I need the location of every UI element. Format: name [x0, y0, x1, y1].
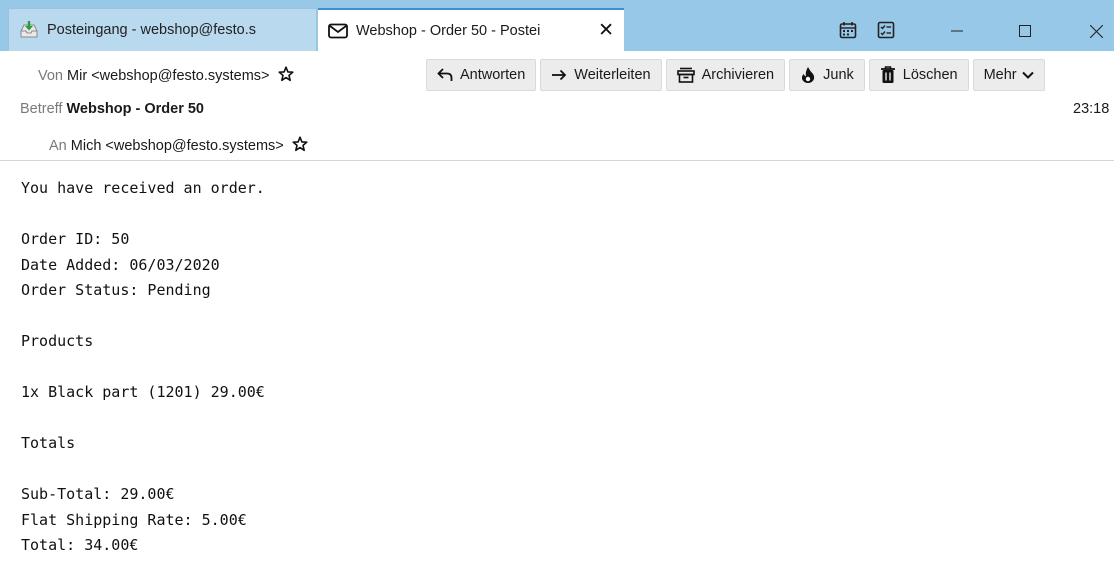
archive-icon: [676, 67, 695, 83]
message-toolbar: Antworten Weiterleiten Archivieren Junk …: [426, 59, 1045, 91]
star-icon[interactable]: [277, 66, 294, 86]
from-label: Von: [38, 68, 63, 84]
order-total: Total: 34.00€: [21, 536, 139, 554]
more-button[interactable]: Mehr: [972, 59, 1045, 91]
archive-button[interactable]: Archivieren: [665, 59, 786, 91]
inbox-download-icon: [19, 20, 39, 40]
title-bar: Posteingang - webshop@festo.s Webshop - …: [0, 0, 1114, 51]
envelope-icon: [328, 21, 348, 41]
message-body: You have received an order. Order ID: 50…: [21, 176, 265, 559]
tab-label: Posteingang - webshop@festo.s: [47, 22, 256, 38]
junk-label: Junk: [823, 67, 854, 83]
tab-message[interactable]: Webshop - Order 50 - Postei ✕: [318, 8, 624, 51]
forward-icon: [551, 69, 567, 81]
more-label: Mehr: [983, 67, 1017, 83]
tab-inbox[interactable]: Posteingang - webshop@festo.s: [8, 8, 317, 51]
products-heading: Products: [21, 332, 94, 350]
forward-label: Weiterleiten: [574, 67, 651, 83]
order-id: Order ID: 50: [21, 230, 130, 248]
subtotal: Sub-Total: 29.00€: [21, 485, 175, 503]
totals-heading: Totals: [21, 434, 76, 452]
delete-label: Löschen: [902, 67, 958, 83]
tab-close-icon[interactable]: ✕: [598, 21, 614, 41]
subject-row: Betreff Webshop - Order 50: [20, 101, 204, 117]
to-label: An: [49, 138, 67, 154]
to-value[interactable]: Mich <webshop@festo.systems>: [71, 138, 284, 154]
from-value[interactable]: Mir <webshop@festo.systems>: [67, 68, 270, 84]
chevron-down-icon: [1021, 71, 1034, 79]
maximize-icon[interactable]: [1005, 16, 1045, 46]
close-window-icon[interactable]: [1076, 16, 1114, 46]
message-time: 23:18: [1073, 101, 1110, 117]
subject-value: Webshop - Order 50: [66, 101, 204, 117]
to-row: An Mich <webshop@festo.systems>: [49, 136, 308, 156]
order-status: Order Status: Pending: [21, 281, 211, 299]
archive-label: Archivieren: [701, 67, 775, 83]
forward-button[interactable]: Weiterleiten: [540, 59, 662, 91]
reply-icon: [437, 68, 453, 82]
subject-label: Betreff: [20, 101, 63, 117]
minimize-icon[interactable]: [937, 16, 977, 46]
tasks-icon[interactable]: [876, 20, 896, 40]
reply-label: Antworten: [460, 67, 526, 83]
date-added: Date Added: 06/03/2020: [21, 255, 220, 274]
calendar-icon[interactable]: [838, 20, 858, 40]
junk-button[interactable]: Junk: [789, 59, 865, 91]
product-line: 1x Black part (1201) 29.00€: [21, 383, 265, 401]
trash-icon: [880, 66, 896, 84]
from-row: Von Mir <webshop@festo.systems>: [38, 66, 294, 86]
body-intro: You have received an order.: [21, 179, 265, 197]
reply-button[interactable]: Antworten: [426, 59, 537, 91]
delete-button[interactable]: Löschen: [868, 59, 969, 91]
star-icon[interactable]: [292, 136, 308, 156]
shipping-rate: Flat Shipping Rate: 5.00€: [21, 510, 247, 529]
junk-flame-icon: [800, 66, 816, 84]
